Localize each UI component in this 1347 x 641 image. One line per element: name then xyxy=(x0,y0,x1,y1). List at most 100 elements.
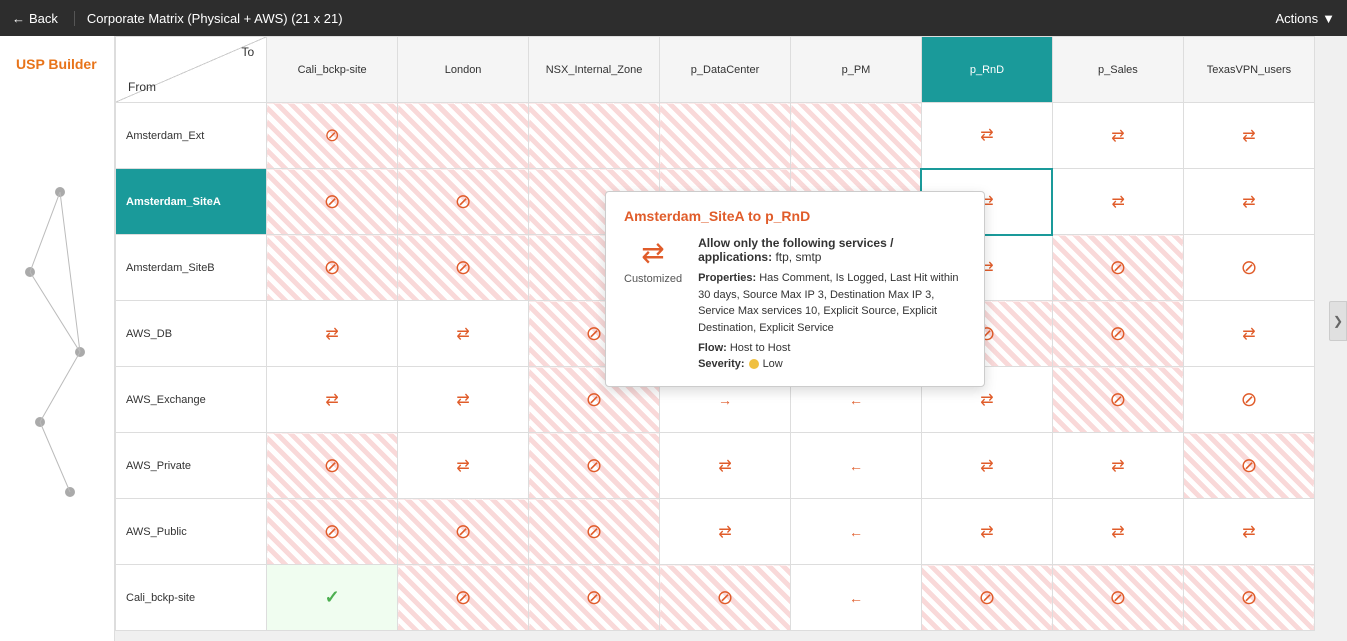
cell[interactable]: ⊘ xyxy=(398,235,529,301)
cell[interactable]: ⊘ xyxy=(529,433,660,499)
row-header-cali-bckp: Cali_bckp-site xyxy=(116,565,267,631)
cell[interactable]: ⊘ xyxy=(398,169,529,235)
arrows-icon: ⇄ xyxy=(1242,524,1255,541)
table-row: AWS_Public ⊘ ⊘ ⊘ ⇄ ← ⇄ ⇄ ⇄ xyxy=(116,499,1315,565)
blocked-icon: ⊘ xyxy=(324,257,341,279)
cell[interactable]: ⇄ xyxy=(267,301,398,367)
blocked-icon: ⊘ xyxy=(1241,389,1258,411)
cell[interactable]: ⇄ xyxy=(660,433,791,499)
cell[interactable]: ⊘ xyxy=(398,499,529,565)
cell[interactable]: ⇄ xyxy=(660,499,791,565)
blocked-icon: ⊘ xyxy=(1110,257,1127,279)
cell[interactable]: ⇄ xyxy=(921,103,1052,169)
arrows-icon: ⇄ xyxy=(325,326,338,343)
cell[interactable]: ⊘ xyxy=(1052,367,1183,433)
cell[interactable]: ⊘ xyxy=(1183,367,1314,433)
blocked-icon: ⊘ xyxy=(586,521,603,543)
cell[interactable]: ⇄ xyxy=(398,367,529,433)
actions-button[interactable]: Actions ▼ xyxy=(1275,11,1335,26)
row-header-amsterdam-sitea: Amsterdam_SiteA xyxy=(116,169,267,235)
cell[interactable] xyxy=(660,103,791,169)
cell[interactable]: ⇄ xyxy=(1052,499,1183,565)
cell[interactable]: ← xyxy=(791,499,922,565)
cell[interactable]: ⊘ xyxy=(1183,565,1314,631)
arrow-icon: ← xyxy=(849,392,863,408)
blocked-icon: ⊘ xyxy=(1241,587,1258,609)
cell[interactable]: ← xyxy=(791,565,922,631)
cell[interactable]: ⊘ xyxy=(267,499,398,565)
collapse-button[interactable]: ❯ xyxy=(1329,301,1347,341)
cell[interactable]: ⇄ xyxy=(1183,103,1314,169)
cell[interactable] xyxy=(791,103,922,169)
cell[interactable]: ⇄ xyxy=(1052,169,1183,235)
cell[interactable]: ⊘ xyxy=(398,565,529,631)
cell[interactable] xyxy=(529,103,660,169)
blocked-icon: ⊘ xyxy=(1241,257,1258,279)
tooltip-details: Allow only the following services / appl… xyxy=(698,236,966,370)
blocked-icon: ⊘ xyxy=(455,191,472,213)
row-header-aws-private: AWS_Private xyxy=(116,433,267,499)
cell[interactable]: ⇄ xyxy=(267,367,398,433)
customized-icon: ⇄ xyxy=(641,236,664,269)
arrows-icon: ⇄ xyxy=(456,458,469,475)
blocked-icon: ⊘ xyxy=(325,125,340,145)
cell[interactable]: ⊘ xyxy=(1052,301,1183,367)
arrows-icon: ⇄ xyxy=(1111,194,1124,211)
arrow-icon: ← xyxy=(849,524,863,540)
blocked-icon: ⊘ xyxy=(324,521,341,543)
arrows-icon: ⇄ xyxy=(325,392,338,409)
cell[interactable]: ⊘ xyxy=(529,499,660,565)
topbar-right: Actions ▼ xyxy=(1275,11,1335,26)
cell[interactable]: ⇄ xyxy=(921,433,1052,499)
cell[interactable]: ⇄ xyxy=(1183,301,1314,367)
cell[interactable]: ⇄ xyxy=(921,499,1052,565)
table-row: AWS_Private ⊘ ⇄ ⊘ ⇄ ← ⇄ ⇄ ⊘ xyxy=(116,433,1315,499)
arrows-icon: ⇄ xyxy=(1242,326,1255,343)
blocked-icon: ⊘ xyxy=(586,323,603,345)
blocked-icon: ⊘ xyxy=(586,455,603,477)
cell[interactable]: ⇄ xyxy=(1183,169,1314,235)
cell[interactable]: ⊘ xyxy=(660,565,791,631)
cell[interactable]: ⊘ xyxy=(921,565,1052,631)
cell[interactable]: ⇄ xyxy=(1052,103,1183,169)
cell[interactable]: ⊘ xyxy=(1052,235,1183,301)
cell[interactable]: ⊘ xyxy=(1183,433,1314,499)
arrow-icon: ← xyxy=(849,590,863,606)
arrows-icon: ⇄ xyxy=(1111,128,1124,145)
arrow-icon: ← xyxy=(849,458,863,474)
tooltip-props: Properties: Has Comment, Is Logged, Last… xyxy=(698,270,966,336)
cell[interactable]: ← xyxy=(791,433,922,499)
tooltip-allow-value: ftp, smtp xyxy=(775,250,821,264)
corner-header: To From xyxy=(116,37,267,103)
row-header-amsterdam-ext: Amsterdam_Ext xyxy=(116,103,267,169)
tooltip-allow: Allow only the following services / appl… xyxy=(698,236,966,264)
row-header-amsterdam-siteb: Amsterdam_SiteB xyxy=(116,235,267,301)
arrows-icon: ⇄ xyxy=(456,392,469,409)
back-button[interactable]: ← Back xyxy=(12,11,58,26)
cell[interactable]: ⇄ xyxy=(1183,499,1314,565)
cell[interactable]: ⇄ xyxy=(398,301,529,367)
arrows-icon: ⇄ xyxy=(718,524,731,541)
blocked-icon: ⊘ xyxy=(1110,323,1127,345)
cell[interactable]: ⊘ xyxy=(529,565,660,631)
col-header-prnd: p_RnD xyxy=(921,37,1052,103)
blocked-icon: ⊘ xyxy=(455,521,472,543)
cell[interactable]: ⊘ xyxy=(267,235,398,301)
blocked-icon: ⊘ xyxy=(586,389,603,411)
cell[interactable]: ⊘ xyxy=(1183,235,1314,301)
arrows-icon: ⇄ xyxy=(718,458,731,475)
sidebar-network xyxy=(0,72,114,641)
sidebar: USP Builder xyxy=(0,36,115,641)
topbar-left: ← Back Corporate Matrix (Physical + AWS)… xyxy=(12,11,343,26)
cell[interactable]: ⇄ xyxy=(1052,433,1183,499)
matrix-area[interactable]: To From Cali_bckp-site London NSX_Intern… xyxy=(115,36,1347,641)
cell[interactable]: ✓ xyxy=(267,565,398,631)
back-label: Back xyxy=(29,11,58,26)
cell[interactable]: ⊘ xyxy=(267,169,398,235)
cell[interactable] xyxy=(398,103,529,169)
cell[interactable]: ⊘ xyxy=(267,433,398,499)
cell[interactable]: ⊘ xyxy=(1052,565,1183,631)
cell[interactable]: ⊘ xyxy=(267,103,398,169)
table-row: Amsterdam_Ext ⊘ ⇄ ⇄ ⇄ xyxy=(116,103,1315,169)
cell[interactable]: ⇄ xyxy=(398,433,529,499)
